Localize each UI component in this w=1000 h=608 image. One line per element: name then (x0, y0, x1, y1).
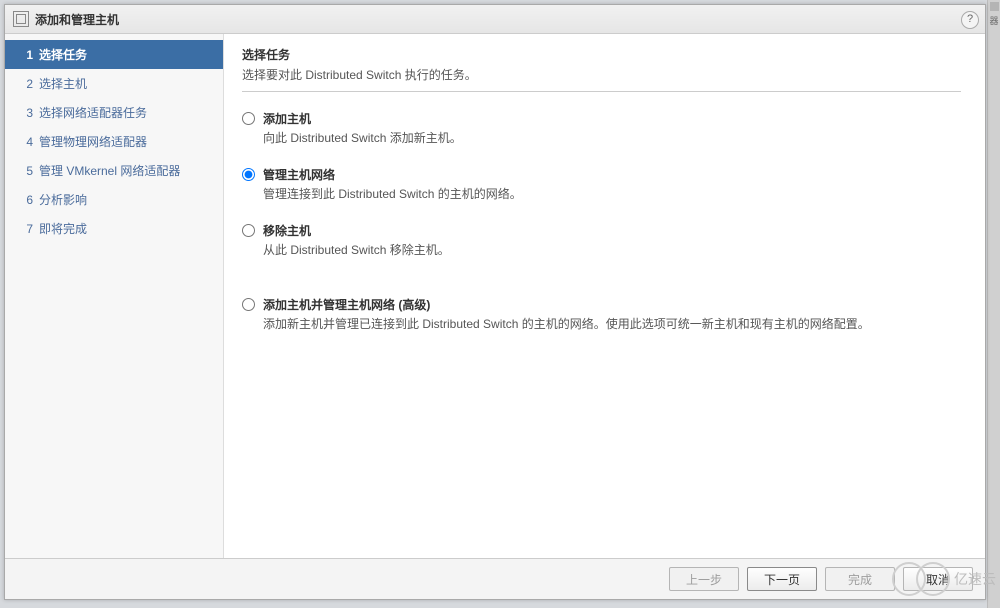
radio-manage-host-networking[interactable] (242, 168, 255, 181)
option-remove-hosts[interactable]: 移除主机 从此 Distributed Switch 移除主机。 (242, 222, 961, 258)
option-add-and-manage-advanced[interactable]: 添加主机并管理主机网络 (高级) 添加新主机并管理已连接到此 Distribut… (242, 296, 961, 332)
option-desc: 向此 Distributed Switch 添加新主机。 (263, 129, 961, 146)
app-icon (13, 11, 29, 27)
finish-button: 完成 (825, 567, 895, 591)
right-strip: 器 (987, 0, 1000, 608)
content-title: 选择任务 (242, 46, 961, 63)
radio-add-and-manage-advanced[interactable] (242, 298, 255, 311)
option-desc: 管理连接到此 Distributed Switch 的主机的网络。 (263, 185, 961, 202)
help-icon[interactable]: ? (961, 11, 979, 29)
option-label: 移除主机 (263, 222, 961, 239)
step-analyze-impact[interactable]: 6分析影响 (5, 185, 223, 214)
option-label: 添加主机 (263, 110, 961, 127)
step-select-task[interactable]: 1选择任务 (5, 40, 223, 69)
option-manage-host-networking[interactable]: 管理主机网络 管理连接到此 Distributed Switch 的主机的网络。 (242, 166, 961, 202)
radio-add-hosts[interactable] (242, 112, 255, 125)
wizard-footer: 上一步 下一页 完成 取消 (5, 558, 985, 599)
wizard-window: 添加和管理主机 ? 1选择任务 2选择主机 3选择网络适配器任务 4管理物理网络… (4, 4, 986, 600)
step-manage-physical-adapters[interactable]: 4管理物理网络适配器 (5, 127, 223, 156)
step-select-hosts[interactable]: 2选择主机 (5, 69, 223, 98)
radio-remove-hosts[interactable] (242, 224, 255, 237)
next-button[interactable]: 下一页 (747, 567, 817, 591)
content-subtitle: 选择要对此 Distributed Switch 执行的任务。 (242, 66, 961, 83)
window-title: 添加和管理主机 (35, 11, 119, 28)
titlebar: 添加和管理主机 ? (5, 5, 985, 34)
cancel-button[interactable]: 取消 (903, 567, 973, 591)
option-desc: 从此 Distributed Switch 移除主机。 (263, 241, 961, 258)
option-add-hosts[interactable]: 添加主机 向此 Distributed Switch 添加新主机。 (242, 110, 961, 146)
step-manage-vmkernel-adapters[interactable]: 5管理 VMkernel 网络适配器 (5, 156, 223, 185)
step-select-adapter-tasks[interactable]: 3选择网络适配器任务 (5, 98, 223, 127)
step-ready-to-complete[interactable]: 7即将完成 (5, 214, 223, 243)
right-strip-label: 器 (988, 14, 1000, 27)
option-label: 添加主机并管理主机网络 (高级) (263, 296, 961, 313)
option-desc: 添加新主机并管理已连接到此 Distributed Switch 的主机的网络。… (263, 315, 961, 332)
wizard-content: 选择任务 选择要对此 Distributed Switch 执行的任务。 添加主… (224, 34, 985, 558)
wizard-steps: 1选择任务 2选择主机 3选择网络适配器任务 4管理物理网络适配器 5管理 VM… (5, 34, 224, 558)
option-label: 管理主机网络 (263, 166, 961, 183)
back-button: 上一步 (669, 567, 739, 591)
